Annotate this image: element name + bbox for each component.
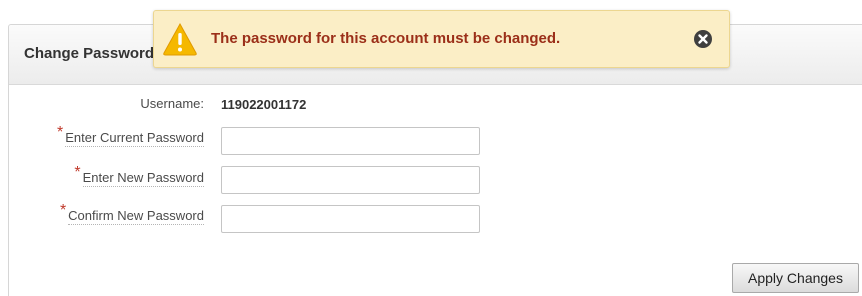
required-marker: * (59, 202, 67, 219)
close-circle-icon (698, 34, 708, 44)
new-password-input[interactable] (221, 166, 480, 194)
required-marker: * (57, 124, 64, 141)
confirm-password-input[interactable] (221, 205, 480, 233)
warning-triangle-icon (162, 22, 198, 56)
new-password-label: * Enter New Password (74, 164, 204, 187)
alert-message: The password for this account must be ch… (211, 30, 561, 47)
close-alert-button[interactable] (694, 30, 712, 48)
required-marker: * (74, 164, 81, 181)
current-password-label: * Enter Current Password (57, 124, 204, 147)
username-value: 119022001172 (221, 97, 307, 112)
password-change-alert: The password for this account must be ch… (153, 10, 730, 68)
apply-changes-button[interactable]: Apply Changes (732, 263, 859, 293)
confirm-password-label: * Confirm New Password (59, 202, 204, 225)
current-password-input[interactable] (221, 127, 480, 155)
region-title: Change Password (24, 45, 155, 62)
change-password-page: Change Password The password for this ac… (0, 0, 862, 296)
username-label: Username: (140, 96, 204, 111)
